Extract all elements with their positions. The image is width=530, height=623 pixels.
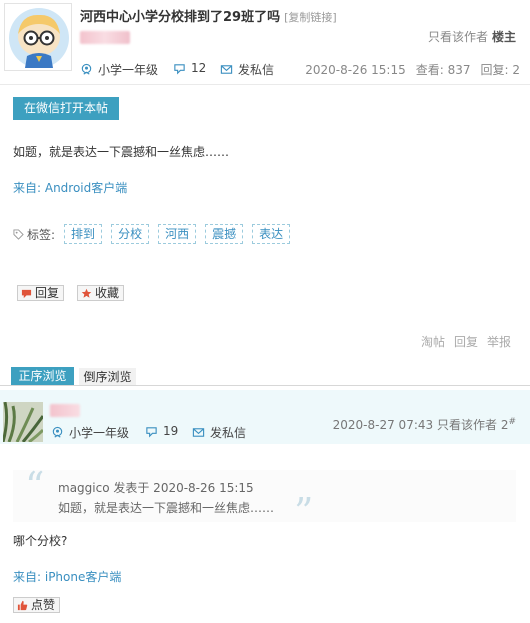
chat-bubble-icon [146, 426, 157, 437]
op-level[interactable]: 小学一年级 [80, 61, 158, 78]
copy-link[interactable]: [复制链接] [284, 11, 337, 24]
tag-item[interactable]: 震撼 [205, 224, 244, 244]
tag-item[interactable]: 分校 [111, 224, 150, 244]
op-username-blurred[interactable] [80, 31, 130, 44]
reply-client-source[interactable]: 来自: iPhone客户端 [13, 568, 121, 585]
op-body: 如题，就是表达一下震撼和一丝焦虑…… [13, 145, 230, 159]
tag-list: 标签: 排到 分校 河西 震撼 表达 [13, 224, 291, 244]
star-icon [81, 288, 92, 298]
op-avatar[interactable] [4, 3, 72, 71]
report-link[interactable]: 举报 [487, 335, 511, 349]
footer-reply-link[interactable]: 回复 [454, 335, 478, 349]
tab-sort-ascending[interactable]: 正序浏览 [11, 367, 74, 385]
floor-hash: # [508, 417, 516, 427]
reply-posts[interactable]: 19 [145, 424, 178, 438]
chat-bubble-icon [174, 63, 185, 74]
only-author-op: 只看该作者 楼主 [428, 28, 516, 45]
taotie-link[interactable]: 淘帖 [421, 335, 445, 349]
reply-message-label: 发私信 [210, 426, 247, 440]
thread-views: 查看: 837 [415, 63, 471, 77]
user-badge-icon [52, 426, 63, 438]
tabs-divider [0, 385, 530, 386]
thread-replies: 回复: 2 [480, 63, 521, 77]
quote-header: maggico 发表于 2020-8-26 15:15 [58, 481, 254, 495]
reply-username-blurred[interactable] [50, 404, 80, 417]
reply-meta: 2020-8-27 07:43 只看该作者 2# [333, 416, 516, 433]
reply-only-author[interactable]: 只看该作者 [437, 418, 497, 432]
favorite-button-label: 收藏 [95, 286, 120, 300]
reply-posts-count: 19 [163, 424, 179, 438]
tag-item[interactable]: 河西 [158, 224, 197, 244]
op-message[interactable]: 发私信 [220, 61, 274, 78]
envelope-icon [192, 428, 205, 437]
op-client-source[interactable]: 来自: Android客户端 [13, 179, 127, 196]
reply-button[interactable]: 回复 [17, 285, 65, 301]
thumbs-up-icon [17, 600, 28, 610]
thread-datetime: 2020-8-26 15:15 [305, 63, 406, 77]
open-in-wechat-button[interactable]: 在微信打开本帖 [13, 97, 119, 120]
thread-title-text: 河西中心小学分校排到了29班了吗 [80, 10, 281, 25]
reply-level[interactable]: 小学一年级 [51, 424, 129, 441]
thread-stats: 2020-8-26 15:15 查看: 837 回复: 2 [305, 61, 520, 78]
reply-button-label: 回复 [35, 286, 60, 300]
floor-label: 楼主 [491, 30, 516, 44]
op-message-label: 发私信 [238, 63, 275, 77]
quote-text: 如题，就是表达一下震撼和一丝焦虑…… [58, 501, 275, 515]
reply-body: 哪个分校? [13, 534, 68, 548]
speech-bubble-icon [21, 289, 32, 298]
favorite-button[interactable]: 收藏 [77, 285, 125, 301]
reply-avatar[interactable] [3, 402, 43, 442]
close-quote-icon: ” [294, 490, 314, 534]
tag-item[interactable]: 排到 [64, 224, 103, 244]
tag-icon [13, 228, 24, 240]
divider [0, 84, 530, 85]
tags-label: 标签: [27, 227, 56, 242]
open-quote-icon: “ [25, 464, 45, 508]
reply-datetime: 2020-8-27 07:43 [332, 418, 434, 432]
plant-photo-avatar-icon [3, 402, 43, 442]
like-button[interactable]: 点赞 [13, 597, 61, 613]
reply-message[interactable]: 发私信 [192, 424, 246, 441]
op-posts-count: 12 [191, 61, 207, 75]
reply-level-label: 小学一年级 [69, 426, 130, 440]
cartoon-avatar-icon [9, 8, 69, 68]
only-author-link[interactable]: 只看该作者 [428, 30, 488, 44]
envelope-icon [220, 65, 233, 74]
op-footer-actions: 淘帖 回复 举报 [421, 333, 511, 350]
op-posts[interactable]: 12 [173, 61, 206, 75]
like-button-label: 点赞 [31, 598, 56, 612]
tab-sort-descending[interactable]: 倒序浏览 [79, 368, 136, 385]
thread-title: 河西中心小学分校排到了29班了吗 [复制链接] [80, 6, 337, 25]
user-badge-icon [81, 63, 92, 75]
op-level-label: 小学一年级 [98, 63, 159, 77]
tag-item[interactable]: 表达 [252, 224, 291, 244]
